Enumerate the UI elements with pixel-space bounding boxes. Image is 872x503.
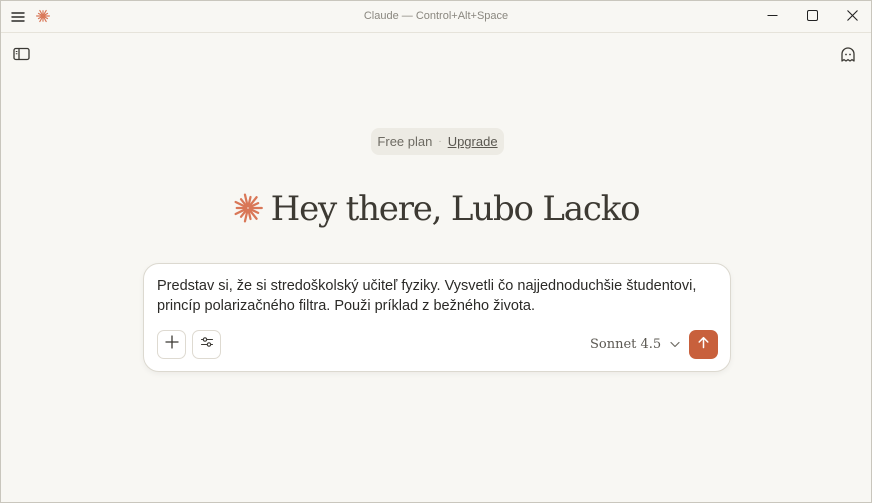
title-bar: Claude — Control+Alt+Space (1, 1, 871, 33)
model-selector[interactable]: Sonnet 4.5 (590, 334, 681, 354)
window-title: Claude — Control+Alt+Space (363, 10, 509, 22)
prompt-input[interactable]: Predstav si, že si stredoškolský učiteľ … (157, 276, 717, 316)
send-button[interactable] (689, 330, 718, 359)
hamburger-menu-icon[interactable] (11, 10, 25, 24)
greeting-text: Hey there, Lubo Lacko (270, 189, 641, 229)
maximize-icon (806, 8, 818, 26)
claude-starburst-icon (36, 9, 51, 23)
maximize-button[interactable] (792, 1, 832, 33)
plan-label: Free plan (377, 134, 433, 149)
ghost-icon[interactable] (839, 46, 857, 64)
plus-icon (164, 335, 179, 354)
close-button[interactable] (832, 1, 871, 33)
arrow-up-icon (697, 336, 710, 354)
upgrade-link[interactable]: Upgrade (448, 134, 498, 149)
tools-button[interactable] (192, 330, 221, 359)
sidebar-toggle-icon[interactable] (13, 47, 31, 61)
greeting: Hey there, Lubo Lacko (1, 187, 871, 231)
plan-badge: Free plan · Upgrade (371, 128, 504, 155)
add-button[interactable] (157, 330, 186, 359)
plan-separator: · (438, 136, 442, 147)
chevron-down-icon (669, 338, 681, 350)
message-composer: Predstav si, že si stredoškolský učiteľ … (143, 263, 731, 372)
close-icon (846, 8, 858, 26)
minimize-button[interactable] (752, 1, 792, 33)
model-label: Sonnet 4.5 (590, 336, 662, 352)
claude-starburst-icon (233, 193, 263, 223)
minimize-icon (767, 8, 778, 26)
sliders-icon (200, 335, 214, 354)
app-window: Claude — Control+Alt+Space Free plan · U… (0, 0, 872, 503)
